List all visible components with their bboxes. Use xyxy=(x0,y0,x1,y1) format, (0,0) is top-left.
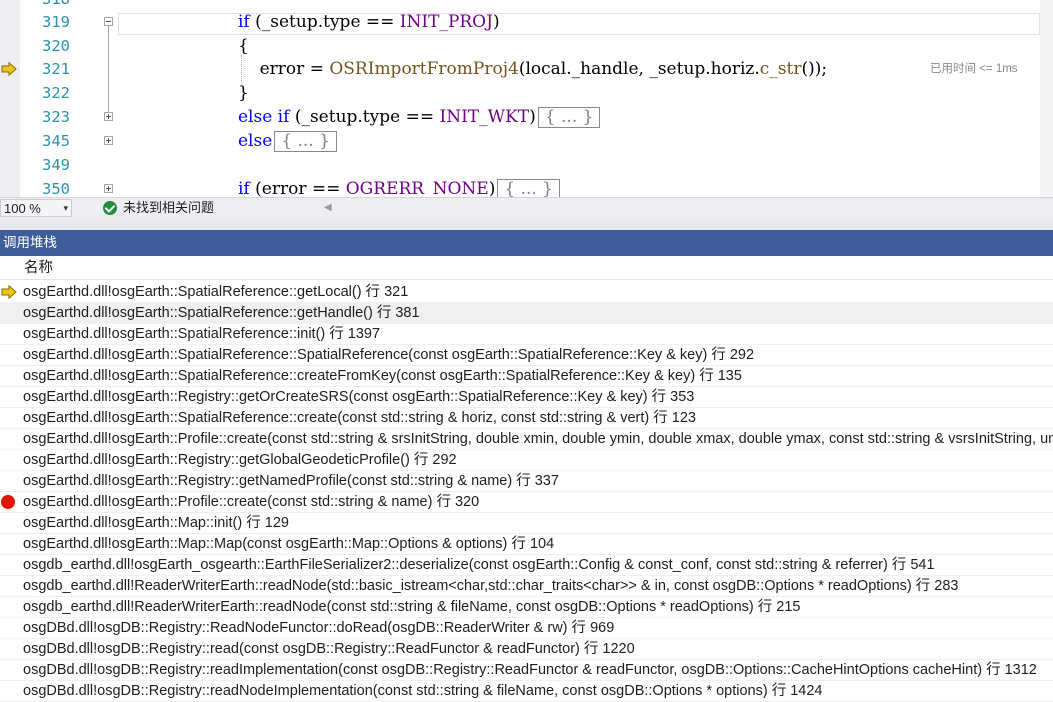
code-line[interactable]: 319 if (_setup.type == INIT_PROJ) xyxy=(0,11,1040,34)
code-text[interactable]: error = OSRImportFromProj4(local._handle… xyxy=(238,58,828,81)
stack-frame-row[interactable]: osgdb_earthd.dll!osgEarth_osgearth::Eart… xyxy=(0,555,1053,576)
stack-frame-text: osgEarthd.dll!osgEarth::SpatialReference… xyxy=(23,410,696,426)
panel-splitter[interactable] xyxy=(0,219,1053,230)
call-stack-title-bar[interactable]: 调用堆栈 xyxy=(0,230,1053,256)
code-text[interactable]: if (error == OGRERR_NONE){ ... } xyxy=(238,178,560,197)
stack-frame-row[interactable]: osgEarthd.dll!osgEarth::SpatialReference… xyxy=(0,282,1053,303)
stack-frame-row[interactable]: osgDBd.dll!osgDB::Registry::ReadNodeFunc… xyxy=(0,618,1053,639)
code-line[interactable]: 322 } xyxy=(0,82,1040,105)
stack-frame-text: osgDBd.dll!osgDB::Registry::readImplemen… xyxy=(23,662,1037,678)
stack-frame-row[interactable]: osgEarthd.dll!osgEarth::Profile::create(… xyxy=(0,429,1053,450)
code-line[interactable]: 323 else if (_setup.type == INIT_WKT){ .… xyxy=(0,106,1040,129)
code-editor[interactable]: 318 319 if (_setup.type == INIT_PROJ) 32… xyxy=(0,0,1053,197)
zoom-value: 100 % xyxy=(4,201,41,216)
stack-frame-text: osgDBd.dll!osgDB::Registry::read(const o… xyxy=(23,641,635,657)
stack-frame-row[interactable]: osgDBd.dll!osgDB::Registry::readNodeImpl… xyxy=(0,681,1053,702)
line-number: 349 xyxy=(42,156,70,174)
vertical-scrollbar[interactable] xyxy=(1040,0,1053,197)
panel-title: 调用堆栈 xyxy=(3,235,57,250)
collapsed-region[interactable]: { ... } xyxy=(274,131,337,152)
code-line[interactable]: 350 if (error == OGRERR_NONE){ ... } xyxy=(0,178,1040,197)
stack-frame-row[interactable]: osgEarthd.dll!osgEarth::SpatialReference… xyxy=(0,324,1053,345)
stack-frame-row[interactable]: osgDBd.dll!osgDB::Registry::readImplemen… xyxy=(0,660,1053,681)
collapsed-region[interactable]: { ... } xyxy=(537,107,601,128)
expand-outline-toggle[interactable] xyxy=(104,136,113,145)
chevron-down-icon: ▾ xyxy=(63,203,68,213)
breakpoint-icon[interactable] xyxy=(1,495,15,509)
stack-frame-text: osgEarthd.dll!osgEarth::Registry::getGlo… xyxy=(23,452,457,468)
stack-frame-row[interactable]: osgEarthd.dll!osgEarth::Registry::getOrC… xyxy=(0,387,1053,408)
editor-status-bar: 100 % ▾ 未找到相关问题 ◀ xyxy=(0,197,1053,219)
code-text[interactable]: } xyxy=(238,82,249,105)
code-text[interactable]: else if (_setup.type == INIT_WKT){ ... } xyxy=(238,106,601,129)
line-number: 345 xyxy=(42,132,70,150)
code-text[interactable]: else{ ... } xyxy=(238,130,337,153)
stack-frame-text: osgEarthd.dll!osgEarth::Map::Map(const o… xyxy=(23,536,555,552)
stack-frame-row[interactable]: osgdb_earthd.dll!ReaderWriterEarth::read… xyxy=(0,597,1053,618)
stack-frame-row[interactable]: osgEarthd.dll!osgEarth::SpatialReference… xyxy=(0,303,1053,324)
code-line[interactable]: 345 else{ ... } xyxy=(0,130,1040,153)
line-number: 323 xyxy=(42,108,70,126)
stack-frame-text: osgEarthd.dll!osgEarth::SpatialReference… xyxy=(23,284,409,300)
scroll-left-icon[interactable]: ◀ xyxy=(324,202,332,214)
zoom-dropdown[interactable]: 100 % ▾ xyxy=(0,199,72,217)
stack-frame-text: osgEarthd.dll!osgEarth::SpatialReference… xyxy=(23,347,755,363)
stack-frame-text: osgEarthd.dll!osgEarth::SpatialReference… xyxy=(23,326,381,342)
stack-frame-row[interactable]: osgEarthd.dll!osgEarth::SpatialReference… xyxy=(0,366,1053,387)
code-line[interactable]: 349 xyxy=(0,154,1040,177)
stack-frame-text: osgEarthd.dll!osgEarth::Map::init() 行 12… xyxy=(23,515,289,531)
stack-frame-text: osgEarthd.dll!osgEarth::Profile::create(… xyxy=(23,494,480,510)
issues-status[interactable]: 未找到相关问题 xyxy=(123,200,214,216)
code-line[interactable]: 318 xyxy=(0,0,1040,11)
current-statement-arrow-icon xyxy=(1,62,17,76)
code-line-current[interactable]: 321 error = OSRImportFromProj4(local._ha… xyxy=(0,58,1040,81)
stack-frame-text: osgDBd.dll!osgDB::Registry::readNodeImpl… xyxy=(23,683,823,699)
expand-outline-toggle[interactable] xyxy=(104,184,113,193)
stack-frame-text: osgDBd.dll!osgDB::Registry::ReadNodeFunc… xyxy=(23,620,615,636)
stack-frame-row[interactable]: osgEarthd.dll!osgEarth::Map::Map(const o… xyxy=(0,534,1053,555)
stack-frame-row[interactable]: osgEarthd.dll!osgEarth::SpatialReference… xyxy=(0,408,1053,429)
code-line[interactable]: 320 { xyxy=(0,35,1040,58)
stack-frame-row[interactable]: osgEarthd.dll!osgEarth::Map::init() 行 12… xyxy=(0,513,1053,534)
expand-outline-toggle[interactable] xyxy=(104,112,113,121)
perf-tip[interactable]: 已用时间 <= 1ms xyxy=(930,58,1018,81)
line-number: 319 xyxy=(42,13,70,31)
column-header-name[interactable]: 名称 xyxy=(24,259,53,277)
line-number: 318 xyxy=(20,0,70,11)
code-text[interactable]: { xyxy=(238,35,249,58)
collapse-outline-toggle[interactable] xyxy=(104,17,113,26)
collapsed-region[interactable]: { ... } xyxy=(497,179,560,197)
stack-frame-text: osgdb_earthd.dll!ReaderWriterEarth::read… xyxy=(23,578,959,594)
stack-frame-row[interactable]: osgDBd.dll!osgDB::Registry::read(const o… xyxy=(0,639,1053,660)
stack-frame-text: osgdb_earthd.dll!ReaderWriterEarth::read… xyxy=(23,599,801,615)
line-number: 350 xyxy=(42,180,70,197)
line-number: 322 xyxy=(42,84,70,102)
stack-frame-text: osgEarthd.dll!osgEarth::SpatialReference… xyxy=(23,368,742,384)
stack-frame-row[interactable]: osgEarthd.dll!osgEarth::Profile::create(… xyxy=(0,492,1053,513)
stack-frame-text: osgdb_earthd.dll!osgEarth_osgearth::Eart… xyxy=(23,557,935,573)
stack-frame-row[interactable]: osgEarthd.dll!osgEarth::Registry::getGlo… xyxy=(0,450,1053,471)
column-header[interactable]: 名称 xyxy=(0,256,1053,280)
current-statement-arrow-icon xyxy=(1,285,17,299)
stack-frame-text: osgEarthd.dll!osgEarth::Profile::create(… xyxy=(23,431,1053,447)
stack-frame-text: osgEarthd.dll!osgEarth::Registry::getOrC… xyxy=(23,389,695,405)
line-number: 321 xyxy=(42,60,70,78)
line-number: 320 xyxy=(42,37,70,55)
stack-frame-text: osgEarthd.dll!osgEarth::Registry::getNam… xyxy=(23,473,559,489)
stack-frame-text: osgEarthd.dll!osgEarth::SpatialReference… xyxy=(23,305,420,321)
check-circle-icon xyxy=(103,201,117,215)
stack-frame-row[interactable]: osgEarthd.dll!osgEarth::Registry::getNam… xyxy=(0,471,1053,492)
stack-frame-row[interactable]: osgEarthd.dll!osgEarth::SpatialReference… xyxy=(0,345,1053,366)
code-text[interactable]: if (_setup.type == INIT_PROJ) xyxy=(238,11,500,34)
stack-frame-row[interactable]: osgdb_earthd.dll!ReaderWriterEarth::read… xyxy=(0,576,1053,597)
